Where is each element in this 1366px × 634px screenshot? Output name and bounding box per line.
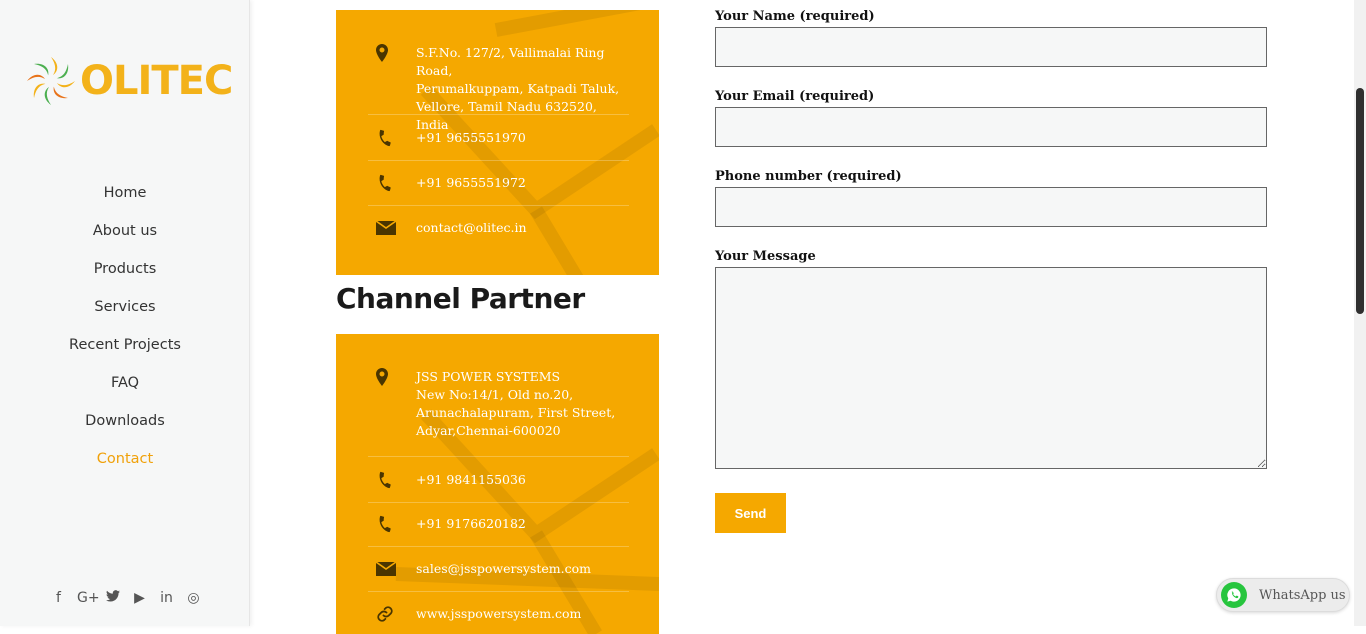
address-row: S.F.No. 127/2, Vallimalai Ring Road, Per… xyxy=(368,44,629,132)
twitter-icon[interactable] xyxy=(104,590,121,606)
social-links: f G+ ▶ in ◎ xyxy=(50,590,202,606)
logo-text: OLITEC xyxy=(80,58,233,104)
nav-item-faq[interactable]: FAQ xyxy=(0,370,250,408)
envelope-icon xyxy=(368,560,416,578)
facebook-icon[interactable]: f xyxy=(50,590,67,606)
page-scrollbar[interactable] xyxy=(1354,0,1366,626)
scrollbar-thumb[interactable] xyxy=(1356,88,1364,314)
logo[interactable]: OLITEC xyxy=(26,55,233,107)
name-label: Your Name (required) xyxy=(715,9,875,24)
address-row: JSS POWER SYSTEMS New No:14/1, Old no.20… xyxy=(368,368,629,457)
email-label: Your Email (required) xyxy=(715,89,875,104)
name-field[interactable] xyxy=(715,27,1267,67)
phone-row: +91 9176620182 xyxy=(368,515,629,547)
phone-field[interactable] xyxy=(715,187,1267,227)
send-button[interactable]: Send xyxy=(715,493,786,533)
phone-row: +91 9841155036 xyxy=(368,471,629,503)
envelope-icon xyxy=(368,219,416,237)
nav-item-downloads[interactable]: Downloads xyxy=(0,408,250,446)
partner-website[interactable]: www.jsspowersystem.com xyxy=(416,605,629,623)
phone-label: Phone number (required) xyxy=(715,169,902,184)
phone-icon xyxy=(368,129,416,147)
nav-item-contact[interactable]: Contact xyxy=(0,446,250,484)
main-nav: Home About us Products Services Recent P… xyxy=(0,180,250,484)
nav-item-recent-projects[interactable]: Recent Projects xyxy=(0,332,250,370)
map-marker-icon xyxy=(368,44,416,62)
phone-icon xyxy=(368,471,416,489)
partner-phone-2[interactable]: +91 9176620182 xyxy=(416,515,629,533)
partner-email[interactable]: sales@jsspowersystem.com xyxy=(416,560,629,578)
phone-row: +91 9655551972 xyxy=(368,174,629,206)
nav-item-services[interactable]: Services xyxy=(0,294,250,332)
map-marker-icon xyxy=(368,368,416,386)
nav-item-home[interactable]: Home xyxy=(0,180,250,218)
channel-partner-heading: Channel Partner xyxy=(336,282,585,315)
phone-icon xyxy=(368,515,416,533)
sidebar: OLITEC Home About us Products Services R… xyxy=(0,0,250,626)
nav-item-products[interactable]: Products xyxy=(0,256,250,294)
email-field[interactable] xyxy=(715,107,1267,147)
email-row: sales@jsspowersystem.com xyxy=(368,560,629,592)
company-address: S.F.No. 127/2, Vallimalai Ring Road, Per… xyxy=(416,45,620,132)
message-label: Your Message xyxy=(715,249,816,264)
whatsapp-button[interactable]: WhatsApp us xyxy=(1216,578,1350,612)
phone-icon xyxy=(368,174,416,192)
whatsapp-icon xyxy=(1221,582,1247,608)
nav-item-about-us[interactable]: About us xyxy=(0,218,250,256)
company-contact-card: S.F.No. 127/2, Vallimalai Ring Road, Per… xyxy=(336,10,659,275)
link-icon xyxy=(368,605,416,623)
website-row: www.jsspowersystem.com xyxy=(368,605,629,634)
linkedin-icon[interactable]: in xyxy=(158,590,175,606)
youtube-icon[interactable]: ▶ xyxy=(131,590,148,606)
whatsapp-label: WhatsApp us xyxy=(1259,587,1346,603)
channel-partner-card: JSS POWER SYSTEMS New No:14/1, Old no.20… xyxy=(336,334,659,634)
google-plus-icon[interactable]: G+ xyxy=(77,590,100,606)
partner-phone-1[interactable]: +91 9841155036 xyxy=(416,471,629,489)
logo-sun-icon xyxy=(27,57,75,105)
message-field[interactable] xyxy=(715,267,1267,469)
company-phone-1[interactable]: +91 9655551970 xyxy=(416,129,629,147)
phone-row: +91 9655551970 xyxy=(368,129,629,161)
partner-address: JSS POWER SYSTEMS New No:14/1, Old no.20… xyxy=(416,369,616,438)
instagram-icon[interactable]: ◎ xyxy=(185,590,202,606)
company-email[interactable]: contact@olitec.in xyxy=(416,219,629,237)
company-phone-2[interactable]: +91 9655551972 xyxy=(416,174,629,192)
email-row: contact@olitec.in xyxy=(368,219,629,251)
